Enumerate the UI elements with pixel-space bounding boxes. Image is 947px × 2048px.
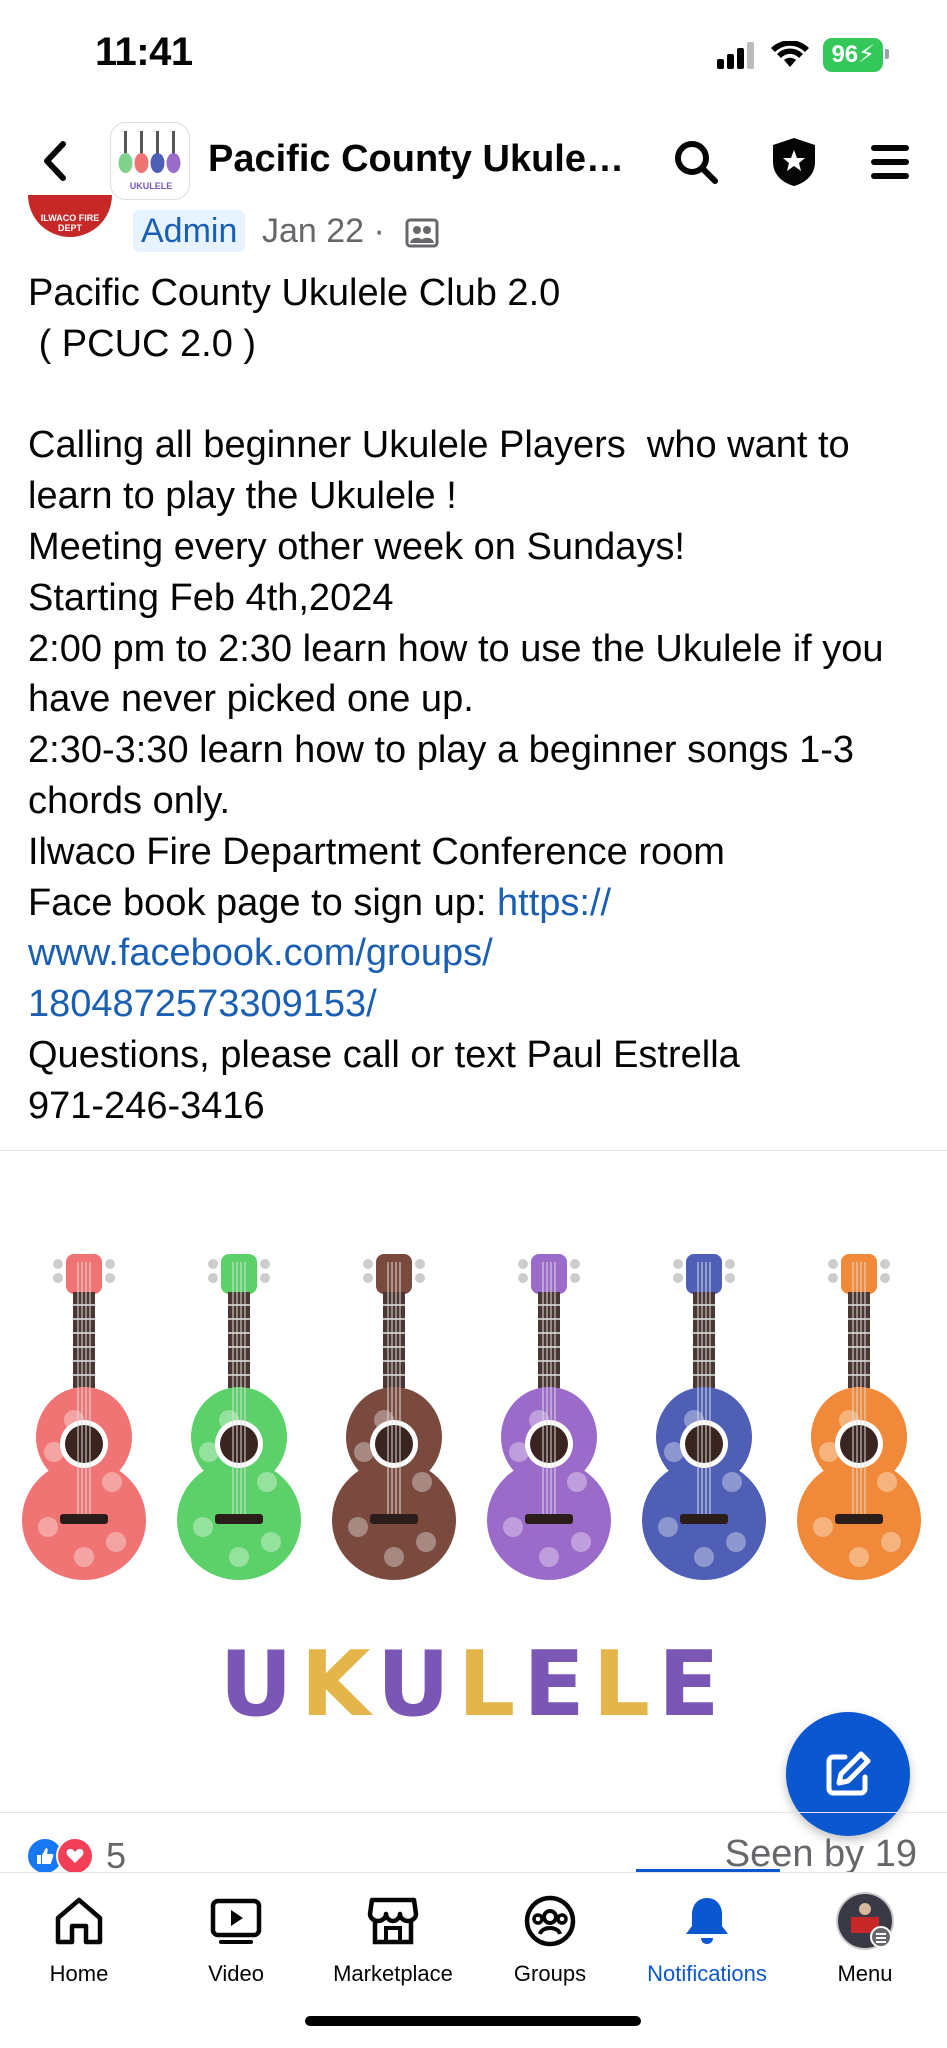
hamburger-icon (871, 145, 909, 179)
post-author-row: ILWACO FIRE DEPT Admin Jan 22 · (0, 195, 947, 255)
ukulele-6 (797, 1254, 921, 1580)
post-date[interactable]: Jan 22 · (262, 210, 385, 252)
status-time: 11:41 (95, 30, 193, 74)
ukulele-illustrations (22, 1254, 921, 1580)
shield-star-icon (773, 138, 815, 186)
bottom-navigation: Home Video Marketplace Groups Notificati… (0, 1872, 947, 2048)
bell-icon (677, 1891, 737, 1951)
post-body: Pacific County Ukulele Club 2.0 ( PCUC 2… (28, 268, 918, 1132)
marketplace-icon (363, 1891, 423, 1951)
nav-groups-label: Groups (513, 1961, 587, 1986)
groups-icon (520, 1891, 580, 1951)
love-reaction-icon (56, 1837, 94, 1872)
group-audience-icon (405, 218, 439, 248)
nav-home-label: Home (49, 1961, 109, 1986)
group-header: UKULELE Pacific County Ukulel... (0, 118, 947, 204)
nav-video-label: Video (208, 1961, 264, 1986)
reaction-icons[interactable] (26, 1837, 94, 1872)
nav-home[interactable]: Home (0, 1891, 158, 2001)
edit-icon (826, 1751, 871, 1796)
group-avatar-caption: UKULELE (129, 181, 173, 191)
author-avatar-text: ILWACO FIRE DEPT (40, 213, 100, 233)
menu-button[interactable] (864, 136, 916, 188)
signal-icon (717, 42, 755, 69)
post-text-main: Pacific County Ukulele Club 2.0 ( PCUC 2… (28, 272, 884, 924)
author-avatar[interactable]: ILWACO FIRE DEPT (28, 195, 112, 237)
nav-marketplace-label: Marketplace (333, 1961, 453, 1986)
back-button[interactable] (34, 138, 74, 184)
home-indicator (305, 2016, 641, 2026)
ukulele-5 (642, 1254, 766, 1580)
nav-menu[interactable]: Menu (786, 1891, 944, 2001)
ukulele-3 (332, 1254, 456, 1580)
seen-by-count[interactable]: Seen by 19 (725, 1833, 917, 1872)
search-button[interactable] (670, 136, 722, 188)
profile-menu-icon (835, 1891, 895, 1951)
nav-groups[interactable]: Groups (471, 1891, 629, 2001)
wifi-icon (771, 41, 810, 67)
nav-video[interactable]: Video (157, 1891, 315, 2001)
video-icon (206, 1891, 266, 1951)
chevron-left-icon (44, 141, 66, 181)
status-bar: 11:41 96⚡ (0, 0, 947, 110)
nav-menu-label: Menu (837, 1961, 893, 1986)
reaction-count[interactable]: 5 (106, 1835, 126, 1872)
ukulele-word-art: UKULELE (219, 1632, 728, 1737)
ukulele-4 (487, 1254, 611, 1580)
reactions-row: 5 Seen by 19 (0, 1812, 947, 1872)
search-icon (675, 141, 718, 184)
nav-notifications[interactable]: Notifications (628, 1891, 786, 2001)
battery-level: 96 (831, 41, 859, 68)
home-icon (49, 1891, 109, 1951)
battery-indicator: 96⚡ (823, 38, 889, 72)
ukulele-2 (177, 1254, 301, 1580)
post-divider (0, 1150, 947, 1151)
post-image[interactable]: UKULELE (0, 1152, 947, 1812)
admin-badge: Admin (133, 210, 246, 252)
status-icons: 96⚡ (717, 38, 889, 72)
group-avatar[interactable]: UKULELE (110, 122, 190, 200)
nav-marketplace[interactable]: Marketplace (314, 1891, 472, 2001)
ukulele-1 (22, 1254, 146, 1580)
post-text-contact: Questions, please call or text Paul Estr… (28, 1033, 740, 1127)
nav-notifications-label: Notifications (647, 1961, 767, 1986)
admin-tools-button[interactable] (768, 136, 820, 188)
group-title[interactable]: Pacific County Ukulel... (208, 138, 628, 181)
